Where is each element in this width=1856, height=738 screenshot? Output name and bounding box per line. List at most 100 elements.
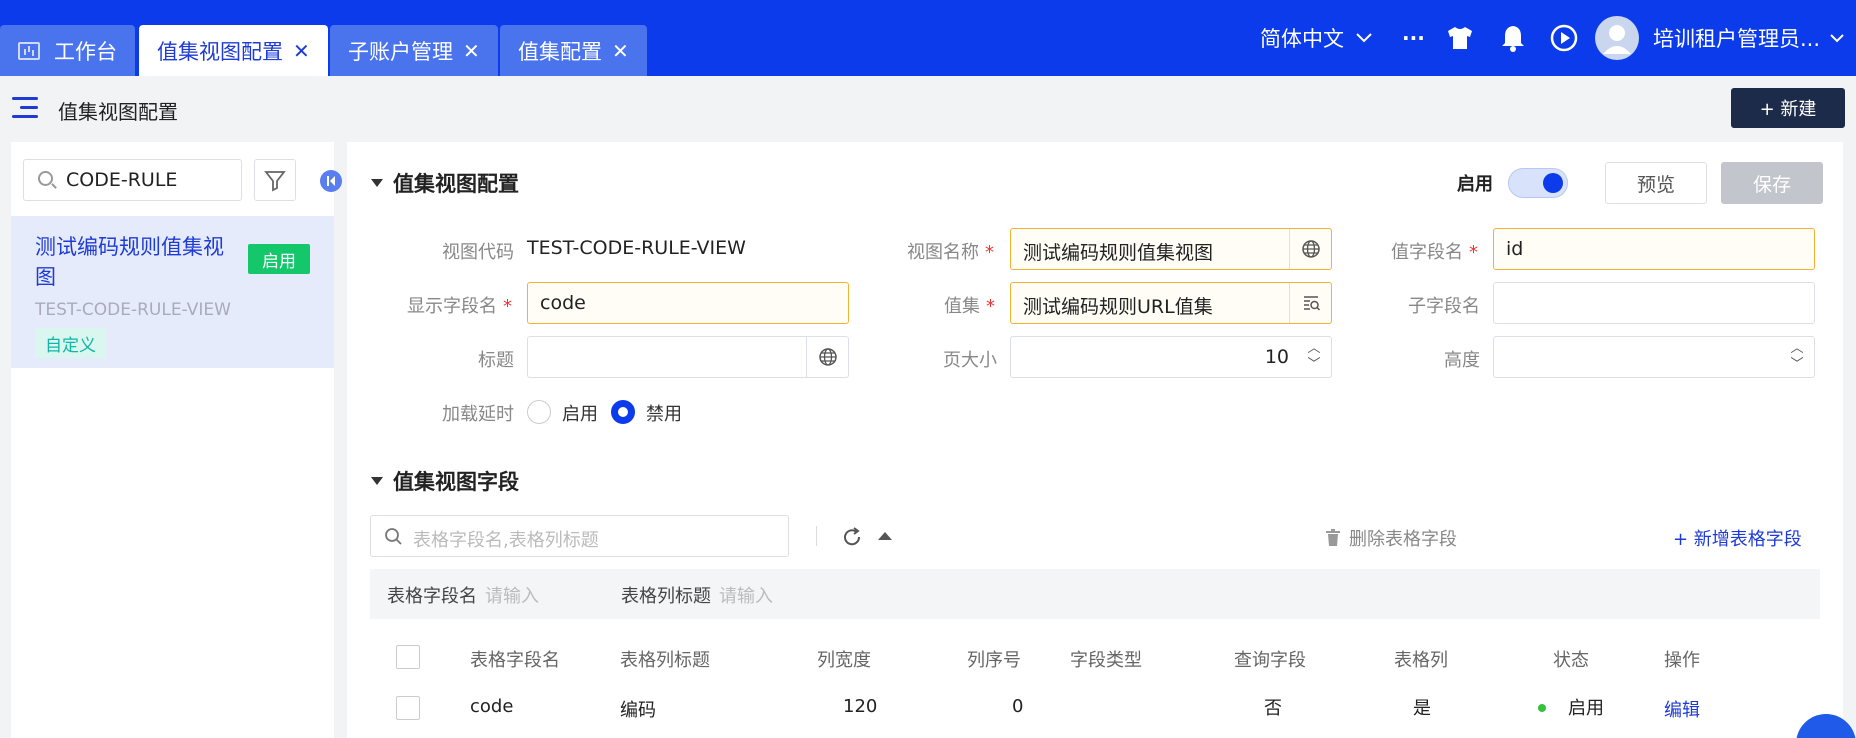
enabled-label: 启用 [1457, 174, 1493, 195]
tab-workbench[interactable]: 工作台 [0, 25, 135, 76]
tab-sub-account-management[interactable]: 子账户管理 ✕ [330, 25, 498, 76]
collapse-up-icon[interactable] [877, 530, 893, 542]
page-title: 值集视图配置 [58, 100, 178, 124]
search-icon [38, 171, 53, 186]
filter-column-title-input[interactable]: 请输入 [719, 582, 773, 608]
view-name-value: 测试编码规则值集视图 [1023, 242, 1214, 264]
value-field-input[interactable]: id [1493, 228, 1815, 270]
enabled-toggle[interactable] [1508, 168, 1568, 198]
value-set-label: 值集 * [944, 296, 995, 317]
main-panel: 值集视图配置 启用 预览 保存 视图代码 TEST-CODE-RULE-VIEW… [347, 142, 1843, 738]
close-icon[interactable]: ✕ [612, 39, 629, 63]
table-search-input[interactable]: 表格字段名,表格列标题 [370, 515, 789, 557]
divider [816, 526, 817, 546]
avatar [1595, 16, 1639, 60]
collapse-panel-icon[interactable] [320, 170, 342, 192]
globe-icon[interactable] [1289, 229, 1331, 269]
view-list-panel: CODE-RULE 测试编码规则值集视图 启用 TEST-CODE-RULE-V… [11, 142, 334, 738]
trash-icon [1326, 529, 1340, 546]
theme-button[interactable] [1446, 0, 1474, 76]
select-all-checkbox[interactable] [396, 645, 420, 669]
lazy-load-label: 加载延时 [442, 404, 514, 425]
column-header: 字段类型 [1070, 650, 1142, 671]
save-button[interactable]: 保存 [1721, 162, 1823, 204]
caret-down-icon [371, 477, 383, 485]
edit-link[interactable]: 编辑 [1664, 696, 1700, 722]
display-field-input[interactable]: code [527, 282, 849, 324]
tab-value-set-config[interactable]: 值集配置 ✕ [500, 25, 647, 76]
list-item-code: TEST-CODE-RULE-VIEW [35, 300, 231, 320]
add-field-button[interactable]: + 新增表格字段 [1673, 525, 1802, 551]
bell-icon [1502, 26, 1524, 52]
more-button[interactable]: ··· [1402, 0, 1425, 76]
cell-field-name: code [470, 696, 514, 717]
lookup-icon[interactable] [1289, 283, 1331, 323]
play-button[interactable] [1550, 0, 1578, 76]
column-header: 查询字段 [1234, 650, 1306, 671]
search-input[interactable]: CODE-RULE [23, 159, 242, 201]
status-badge: 启用 [248, 244, 310, 274]
column-header: 列宽度 [817, 650, 871, 671]
column-header: 操作 [1664, 650, 1700, 671]
delete-field-button[interactable]: 删除表格字段 [1325, 525, 1457, 551]
cell-table-col: 是 [1413, 698, 1431, 719]
menu-collapse-icon[interactable] [12, 97, 40, 119]
radio-label-disable: 禁用 [646, 404, 682, 425]
page-size-input[interactable]: 10 ︿ ﹀ [1010, 336, 1332, 378]
height-input[interactable]: ︿ ﹀ [1493, 336, 1815, 378]
page-header: 值集视图配置 + 新建 [0, 76, 1856, 138]
view-name-label: 视图名称 * [907, 242, 994, 263]
column-header: 表格字段名 [470, 650, 560, 671]
number-stepper[interactable]: ︿ ﹀ [1790, 341, 1804, 373]
cell-query: 否 [1264, 698, 1282, 719]
radio-label-enable: 启用 [562, 404, 598, 425]
close-icon[interactable]: ✕ [293, 39, 310, 63]
filter-column-title-label: 表格列标题 [621, 586, 711, 607]
user-menu[interactable]: 培训租户管理员... [1595, 0, 1844, 76]
play-circle-icon [1550, 24, 1578, 52]
close-icon[interactable]: ✕ [463, 39, 480, 63]
shirt-icon [1448, 27, 1472, 49]
row-checkbox[interactable] [396, 696, 420, 720]
search-value: CODE-RULE [66, 169, 178, 191]
status-dot-icon [1538, 704, 1546, 712]
view-name-field[interactable]: 测试编码规则值集视图 [1010, 228, 1332, 270]
lazy-disable-radio[interactable] [611, 400, 635, 424]
lazy-enable-radio[interactable] [527, 400, 551, 424]
refresh-icon[interactable] [841, 526, 863, 548]
language-selector[interactable]: 简体中文 [1260, 0, 1372, 76]
column-filter-row: 表格字段名 请输入 表格列标题 请输入 [370, 569, 1820, 619]
section-title-fields[interactable]: 值集视图字段 [371, 466, 519, 496]
notification-button[interactable] [1500, 0, 1526, 76]
filter-button[interactable] [254, 159, 296, 201]
tab-label: 值集配置 [518, 39, 602, 64]
column-header: 表格列标题 [620, 650, 710, 671]
value-set-field[interactable]: 测试编码规则URL值集 [1010, 282, 1332, 324]
child-field-label: 子字段名 [1408, 296, 1480, 317]
page-size-value: 10 [1264, 346, 1289, 368]
column-header: 状态 [1553, 650, 1589, 671]
new-button[interactable]: + 新建 [1731, 88, 1845, 128]
height-label: 高度 [1444, 350, 1480, 371]
number-stepper[interactable]: ︿ ﹀ [1307, 341, 1321, 373]
title-label: 标题 [478, 350, 514, 371]
filter-icon [264, 171, 286, 192]
child-field-input[interactable] [1493, 282, 1815, 324]
dashboard-icon [18, 41, 40, 60]
cell-column-title: 编码 [620, 700, 656, 721]
filter-field-name-input[interactable]: 请输入 [485, 582, 539, 608]
list-item[interactable]: 测试编码规则值集视图 启用 TEST-CODE-RULE-VIEW 自定义 [11, 216, 334, 368]
preview-button[interactable]: 预览 [1605, 162, 1707, 204]
display-field-label: 显示字段名 * [407, 296, 512, 317]
section-title-config[interactable]: 值集视图配置 [371, 168, 519, 198]
caret-down-icon [371, 179, 383, 187]
language-label: 简体中文 [1260, 27, 1344, 51]
tab-value-set-view-config[interactable]: 值集视图配置 ✕ [139, 25, 328, 76]
more-icon: ··· [1402, 26, 1425, 50]
column-header: 列序号 [967, 650, 1021, 671]
globe-icon[interactable] [806, 337, 848, 377]
cell-order: 0 [1012, 696, 1024, 717]
custom-tag: 自定义 [35, 328, 106, 358]
chevron-down-icon [1830, 33, 1844, 42]
title-field[interactable] [527, 336, 849, 378]
